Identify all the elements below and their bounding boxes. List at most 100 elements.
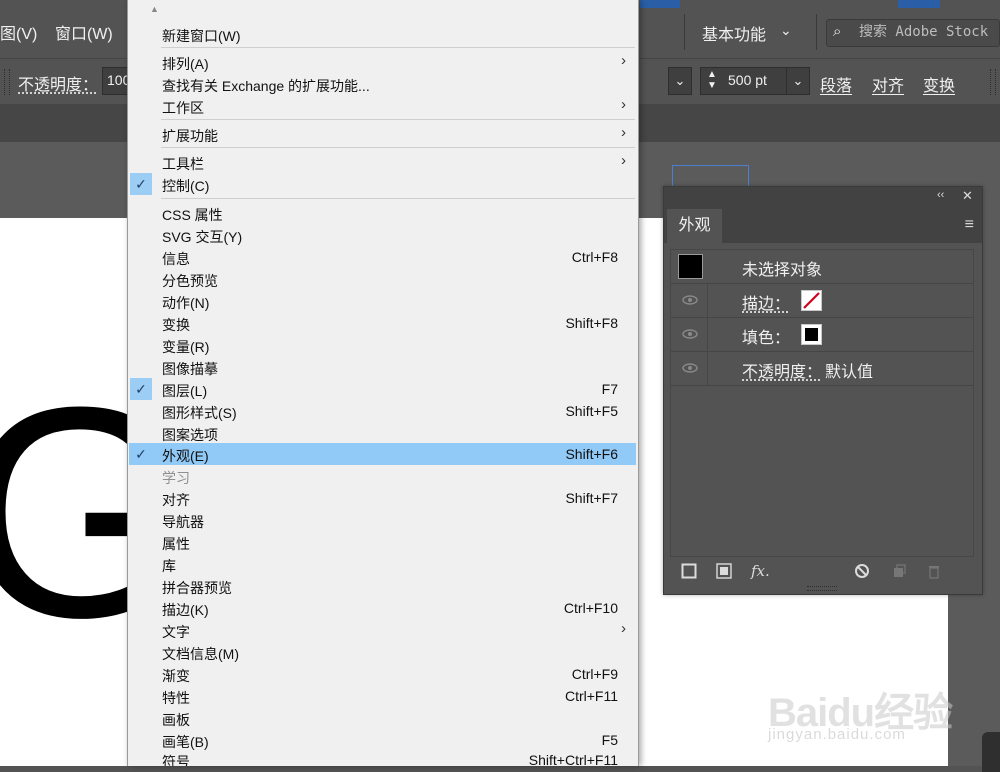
menu-item-shortcut: Ctrl+F9 xyxy=(571,666,618,682)
menu-item[interactable]: ✓ 外观(E) Shift+F6 xyxy=(129,443,636,465)
appearance-object-row[interactable]: 未选择对象 xyxy=(671,250,973,284)
menu-item[interactable]: 查找有关 Exchange 的扩展功能... xyxy=(129,73,636,95)
menu-item[interactable]: 导航器 xyxy=(129,509,636,531)
tab-appearance[interactable]: 外观 xyxy=(667,209,722,243)
chevron-down-icon[interactable]: ⌄ xyxy=(780,22,792,39)
submenu-arrow-icon: › xyxy=(621,152,626,169)
menu-item-label: 控制(C) xyxy=(162,178,210,194)
menu-item[interactable]: 符号 Shift+Ctrl+F11 xyxy=(129,749,636,766)
grip-handle[interactable] xyxy=(990,69,996,95)
eye-icon[interactable] xyxy=(680,324,700,344)
panel-titlebar[interactable]: ‹‹ ✕ xyxy=(664,187,982,207)
stock-search-box[interactable]: ⌕ xyxy=(826,19,1000,47)
workspace-switcher[interactable]: 基本功能 xyxy=(702,21,766,45)
grip-handle[interactable] xyxy=(4,69,10,95)
menu-item[interactable]: 排列(A) › xyxy=(129,51,636,73)
menu-item[interactable]: 图案选项 xyxy=(129,422,636,444)
menu-item[interactable]: 工具栏 › xyxy=(129,151,636,173)
chevron-down-icon[interactable]: ⌄ xyxy=(786,68,809,94)
scroll-up-arrow-icon[interactable]: ▲ xyxy=(150,4,159,14)
stroke-weight-input[interactable]: ▲ ▼ 500 pt ⌄ xyxy=(700,67,810,95)
menu-item-label: 画板 xyxy=(162,712,190,728)
menu-separator xyxy=(161,47,635,48)
stroke-label[interactable]: 描边： xyxy=(742,290,790,314)
add-stroke-icon[interactable] xyxy=(681,563,697,579)
submenu-arrow-icon: › xyxy=(621,620,626,637)
menu-item-label: 图像描摹 xyxy=(162,361,218,377)
menu-item-shortcut: Shift+F7 xyxy=(565,490,618,506)
stock-search-input[interactable] xyxy=(859,22,995,42)
fill-swatch[interactable] xyxy=(801,324,822,345)
menu-item-label: 特性 xyxy=(162,690,190,706)
menu-item[interactable]: 信息 Ctrl+F8 xyxy=(129,246,636,268)
menu-item[interactable]: 特性 Ctrl+F11 xyxy=(129,685,636,707)
menu-separator xyxy=(161,198,635,199)
menu-item-label: 新建窗口(W) xyxy=(162,28,241,44)
menu-item[interactable]: 新建窗口(W) xyxy=(129,23,636,45)
appearance-fill-row[interactable]: 填色： xyxy=(671,318,973,352)
menu-item-label: 文档信息(M) xyxy=(162,646,239,662)
stroke-weight-value[interactable]: 500 pt xyxy=(728,72,767,88)
menu-item[interactable]: 变换 Shift+F8 xyxy=(129,312,636,334)
menu-item-label: CSS 属性 xyxy=(162,207,223,223)
menu-item[interactable]: SVG 交互(Y) xyxy=(129,224,636,246)
close-icon[interactable]: ✕ xyxy=(962,188,973,204)
resize-grip[interactable] xyxy=(807,586,837,591)
paragraph-link[interactable]: 段落 xyxy=(820,72,852,96)
menu-item[interactable]: 工作区 › xyxy=(129,95,636,117)
menu-item[interactable]: 动作(N) xyxy=(129,290,636,312)
menu-item[interactable]: 库 xyxy=(129,553,636,575)
menu-item[interactable]: CSS 属性 xyxy=(129,202,636,224)
menu-item[interactable]: 分色预览 xyxy=(129,268,636,290)
menu-item[interactable]: 渐变 Ctrl+F9 xyxy=(129,663,636,685)
eye-icon[interactable] xyxy=(680,290,700,310)
menu-item-shortcut: Ctrl+F8 xyxy=(571,249,618,265)
menu-item[interactable]: 属性 xyxy=(129,531,636,553)
menu-item[interactable]: 画板 xyxy=(129,707,636,729)
appearance-stroke-row[interactable]: 描边： xyxy=(671,284,973,318)
watermark-url: jingyan.baidu.com xyxy=(768,726,906,743)
panel-tab-row: 外观 ≡ xyxy=(664,207,982,243)
collapse-icon[interactable]: ‹‹ xyxy=(937,189,944,201)
transform-link[interactable]: 变换 xyxy=(923,72,955,96)
opacity-label[interactable]: 不透明度： xyxy=(742,358,822,382)
menu-item-label: 动作(N) xyxy=(162,295,210,311)
menu-item-label: 图层(L) xyxy=(162,383,208,399)
menu-view[interactable]: 图(V) xyxy=(0,20,37,44)
add-fill-icon[interactable] xyxy=(716,563,732,579)
trash-icon[interactable] xyxy=(926,563,942,579)
submenu-arrow-icon: › xyxy=(621,96,626,113)
eye-icon[interactable] xyxy=(680,358,700,378)
menu-item-label: 分色预览 xyxy=(162,273,218,289)
menu-item[interactable]: 变量(R) xyxy=(129,334,636,356)
align-link[interactable]: 对齐 xyxy=(872,72,904,96)
menu-item[interactable]: ✓ 图层(L) F7 xyxy=(129,378,636,400)
menu-item[interactable]: 拼合器预览 xyxy=(129,575,636,597)
menu-item[interactable]: 描边(K) Ctrl+F10 xyxy=(129,597,636,619)
menu-item-label: 拼合器预览 xyxy=(162,580,232,596)
fx-icon[interactable]: fx. xyxy=(751,561,770,581)
stroke-none-swatch[interactable] xyxy=(801,290,822,311)
duplicate-item-icon[interactable] xyxy=(891,563,907,579)
appearance-footer: fx. xyxy=(664,559,982,583)
menu-item[interactable]: 图像描摹 xyxy=(129,356,636,378)
menu-item[interactable]: 图形样式(S) Shift+F5 xyxy=(129,400,636,422)
stepper-icon[interactable]: ▲ ▼ xyxy=(704,69,720,91)
submenu-arrow-icon: › xyxy=(621,124,626,141)
menu-item-shortcut: Shift+F6 xyxy=(565,446,618,462)
appearance-opacity-row[interactable]: 不透明度： 默认值 xyxy=(671,352,973,386)
fill-label: 填色： xyxy=(742,330,791,347)
appearance-panel: ‹‹ ✕ 外观 ≡ 未选择对象 描边： 填色： 不透明度： 默认值 fx. xyxy=(663,186,983,595)
menu-item[interactable]: ✓ 控制(C) xyxy=(129,173,636,195)
menu-item[interactable]: 画笔(B) F5 xyxy=(129,729,636,751)
opacity-label[interactable]: 不透明度： xyxy=(18,71,98,95)
menu-item[interactable]: 扩展功能 › xyxy=(129,123,636,145)
menu-window[interactable]: 窗口(W) xyxy=(55,20,113,44)
clear-appearance-icon[interactable] xyxy=(854,563,870,579)
divider xyxy=(816,14,817,50)
menu-item[interactable]: 文字 › xyxy=(129,619,636,641)
hamburger-menu-icon[interactable]: ≡ xyxy=(965,216,974,234)
menu-item[interactable]: 对齐 Shift+F7 xyxy=(129,487,636,509)
chevron-down-icon[interactable]: ⌄ xyxy=(668,67,692,95)
menu-item[interactable]: 文档信息(M) xyxy=(129,641,636,663)
